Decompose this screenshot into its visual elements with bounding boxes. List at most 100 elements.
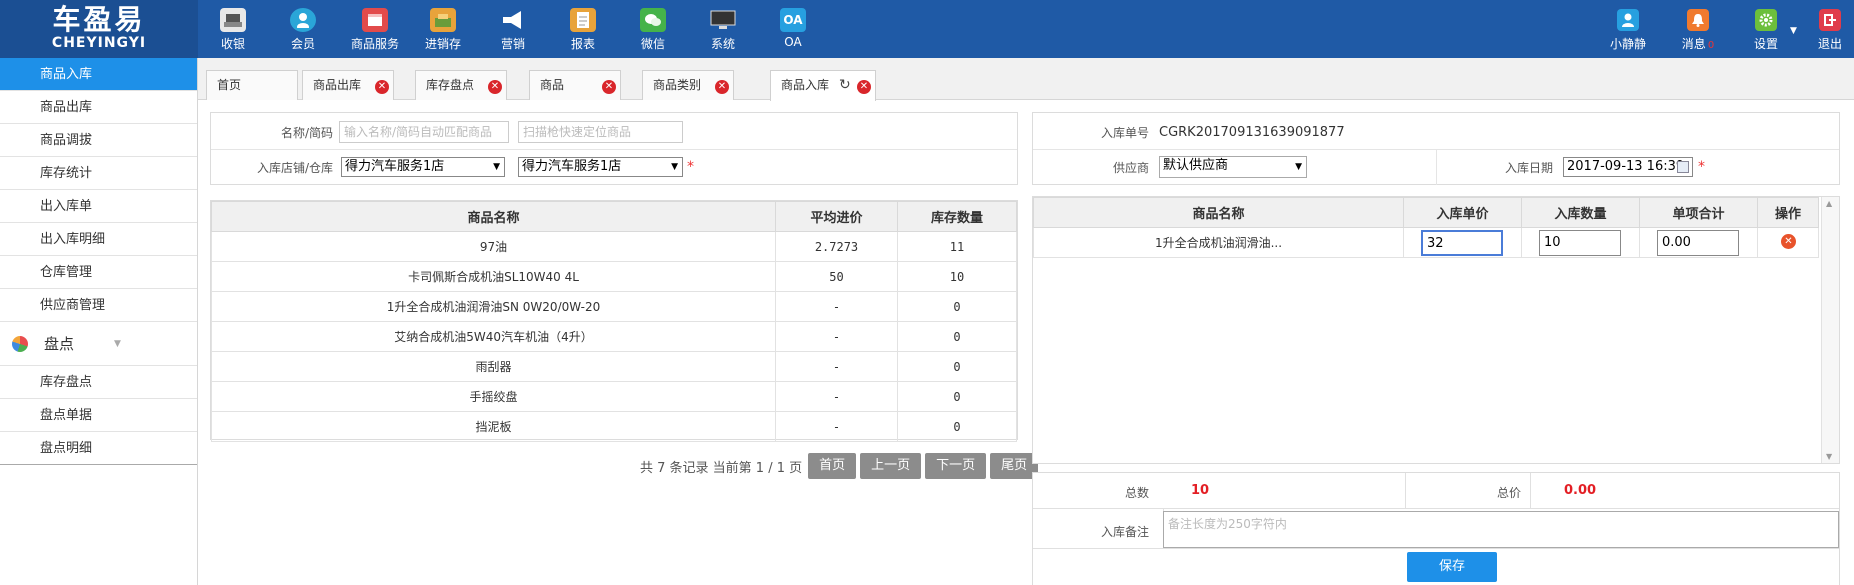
sidebar-item-product-out[interactable]: 商品出库 (0, 91, 197, 124)
brand-logo[interactable]: 车盈易 CHEYINGYI (0, 0, 198, 58)
nav-inventory[interactable]: 进销存 (408, 0, 478, 58)
first-page-button[interactable]: 首页 (808, 453, 857, 479)
sidebar-item-stocktake[interactable]: 库存盘点 (0, 366, 197, 399)
scrollbar[interactable]: ▲ ▼ (1821, 197, 1839, 463)
save-button[interactable]: 保存 (1407, 552, 1497, 582)
nav-label: 商品服务 (350, 37, 399, 51)
tab-product-out[interactable]: 商品出库 ✕ (302, 70, 394, 100)
table-row[interactable]: 97油 2.7273 11 (211, 231, 1017, 262)
scroll-down-icon[interactable]: ▼ (1826, 452, 1832, 461)
nav-settings[interactable]: 设置 ▼ (1736, 0, 1797, 58)
table-row[interactable]: 艾纳合成机油5W40汽车机油（4升） -0 (211, 321, 1017, 352)
close-icon[interactable]: ✕ (602, 80, 616, 94)
table-row[interactable]: 挡泥板 -0 (211, 411, 1017, 442)
nav-marketing[interactable]: 营销 (478, 0, 548, 58)
required-asterisk: * (687, 159, 694, 175)
calendar-icon[interactable] (1677, 161, 1689, 173)
sidebar-item-product-transfer[interactable]: 商品调拔 (0, 124, 197, 157)
date-input[interactable]: 2017-09-13 16:39 (1563, 157, 1693, 177)
close-icon[interactable]: ✕ (488, 80, 502, 94)
close-icon[interactable]: ✕ (375, 80, 389, 94)
store-warehouse-label: 入库店铺/仓库 (256, 160, 333, 175)
table-row[interactable]: 卡司佩斯合成机油SL10W40 4L 50 10 (211, 261, 1017, 292)
tab-product[interactable]: 商品 ✕ (529, 70, 621, 100)
nav-product-service[interactable]: 商品服务 (340, 0, 410, 58)
nav-label: 微信 (640, 37, 665, 51)
sidebar-item-in-out-details[interactable]: 出入库明细 (0, 223, 197, 256)
totals-panel: 总数 10 总价 0.00 入库备注 备注长度为250字符内 保存 (1032, 472, 1840, 585)
name-code-input[interactable]: 输入名称/简码自动匹配商品 (339, 121, 509, 143)
supplier-select[interactable]: 默认供应商 ▼ (1159, 156, 1307, 178)
tab-product-in[interactable]: 商品入库 ↻ ✕ (770, 70, 876, 101)
member-icon (290, 8, 316, 32)
warehouse-select[interactable]: 得力汽车服务1店 ▼ (518, 157, 683, 177)
total-price-value: 0.00 (1564, 483, 1597, 498)
dropdown-arrow-icon: ▼ (493, 162, 500, 172)
table-row[interactable]: 雨刮器 -0 (211, 351, 1017, 382)
order-header-panel: 入库单号 CGRK201709131639091877 供应商 默认供应商 ▼ 入… (1032, 112, 1840, 185)
nav-logout[interactable]: 退出 (1806, 0, 1854, 58)
pager: 共 7 条记录 当前第 1 / 1 页 首页 上一页 下一页 尾页 (640, 453, 1039, 479)
remark-textarea[interactable]: 备注长度为250字符内 (1163, 511, 1839, 548)
col-header-stock-qty: 库存数量 (897, 201, 1017, 232)
col-header-quantity: 入库数量 (1521, 197, 1640, 228)
system-icon (710, 8, 736, 32)
nav-user[interactable]: 小静静 (1598, 0, 1658, 58)
prev-page-button[interactable]: 上一页 (860, 453, 922, 479)
tab-label: 商品类别 (653, 78, 702, 92)
gear-icon (1755, 9, 1777, 31)
sidebar-item-supplier[interactable]: 供应商管理 (0, 289, 197, 322)
name-code-label: 名称/简码 (280, 125, 333, 140)
sidebar: 商品入库 商品出库 商品调拔 库存统计 出入库单 出入库明细 仓库管理 供应商管… (0, 58, 198, 585)
total-count-value: 10 (1191, 483, 1210, 498)
message-badge: 0 (1707, 40, 1715, 51)
delete-icon[interactable]: ✕ (1781, 234, 1796, 249)
sidebar-item-in-out-orders[interactable]: 出入库单 (0, 190, 197, 223)
tab-product-category[interactable]: 商品类别 ✕ (642, 70, 734, 100)
sidebar-item-stocktake-orders[interactable]: 盘点单据 (0, 399, 197, 432)
brand-name-en: CHEYINGYI (51, 35, 147, 51)
refresh-icon[interactable]: ↻ (839, 71, 851, 99)
table-row[interactable]: 手摇绞盘 -0 (211, 381, 1017, 412)
dropdown-arrow-icon: ▼ (671, 162, 678, 172)
pager-summary: 共 7 条记录 当前第 1 / 1 页 (640, 460, 803, 476)
subtotal-input[interactable]: 0.00 (1657, 230, 1739, 256)
nav-system[interactable]: 系统 (688, 0, 758, 58)
nav-label: 进销存 (424, 37, 461, 51)
close-icon[interactable]: ✕ (715, 80, 729, 94)
sidebar-item-product-in[interactable]: 商品入库 (0, 58, 197, 91)
tab-label: 首页 (217, 78, 242, 92)
scroll-up-icon[interactable]: ▲ (1826, 199, 1832, 208)
brand-name-cn: 车盈易 (52, 3, 146, 36)
tab-home[interactable]: 首页 (206, 70, 298, 100)
col-header-action: 操作 (1757, 197, 1819, 228)
nav-label: 收银 (220, 37, 245, 51)
col-header-subtotal: 单项合计 (1639, 197, 1758, 228)
sidebar-item-warehouse[interactable]: 仓库管理 (0, 256, 197, 289)
order-item-name: 1升全合成机油润滑油... (1033, 227, 1404, 258)
remark-label: 入库备注 (1100, 525, 1149, 539)
nav-messages[interactable]: 消息 0 (1668, 0, 1728, 58)
nav-oa[interactable]: OA OA (758, 0, 828, 58)
close-icon[interactable]: ✕ (857, 80, 871, 94)
table-row[interactable]: 1升全合成机油润滑油SN 0W20/0W-20-0 (211, 291, 1017, 322)
nav-wechat[interactable]: 微信 (618, 0, 688, 58)
sidebar-item-stocktake-details[interactable]: 盘点明细 (0, 432, 197, 465)
required-asterisk: * (1698, 159, 1705, 175)
store-select[interactable]: 得力汽车服务1店 ▼ (341, 157, 505, 177)
total-count-label: 总数 (1124, 486, 1149, 500)
product-service-icon (362, 8, 388, 32)
sidebar-group-stocktake[interactable]: 盘点 ▼ (0, 322, 197, 366)
sidebar-item-stock-stats[interactable]: 库存统计 (0, 157, 197, 190)
unit-price-input[interactable]: 32 (1421, 230, 1503, 256)
nav-cashier[interactable]: 收银 (198, 0, 268, 58)
nav-member[interactable]: 会员 (268, 0, 338, 58)
nav-report[interactable]: 报表 (548, 0, 618, 58)
quantity-input[interactable]: 10 (1539, 230, 1621, 256)
scan-input[interactable]: 扫描枪快速定位商品 (518, 121, 683, 143)
tab-stocktake[interactable]: 库存盘点 ✕ (415, 70, 507, 100)
tab-label: 商品 (540, 78, 565, 92)
next-page-button[interactable]: 下一页 (925, 453, 987, 479)
oa-icon: OA (780, 8, 806, 32)
last-page-button[interactable]: 尾页 (990, 453, 1039, 479)
